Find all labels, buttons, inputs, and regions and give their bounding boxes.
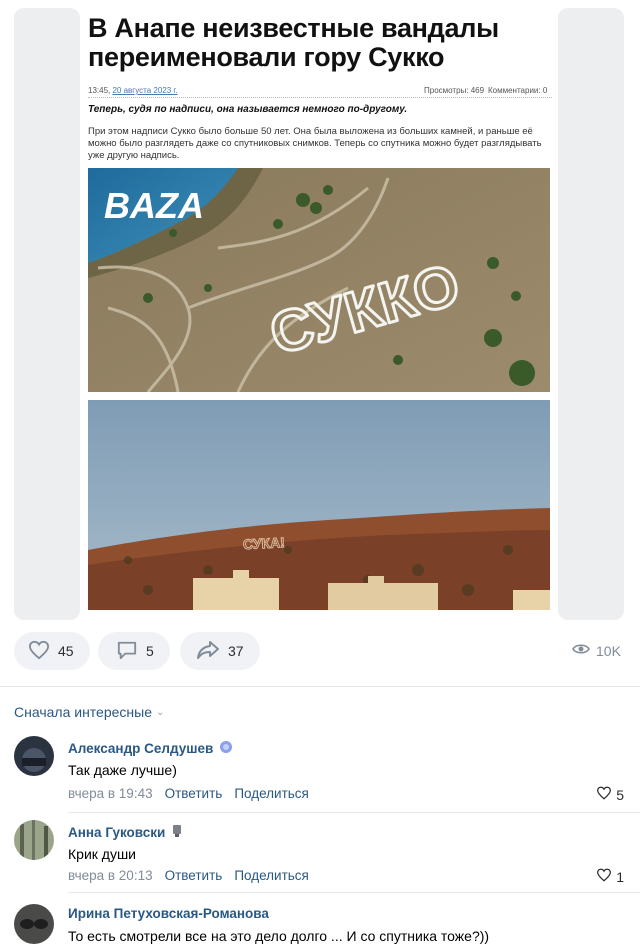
divider [0, 686, 640, 687]
heart-icon [596, 786, 612, 803]
comment-like-count: 5 [616, 786, 624, 803]
comment-divider [68, 812, 640, 813]
comment-time: вчера в 20:13 [68, 868, 153, 883]
comment-text: Крик души [68, 846, 136, 862]
comment-author[interactable]: Александр Селдушев [68, 740, 233, 757]
share-link[interactable]: Поделиться [234, 786, 309, 801]
comments-sort-dropdown[interactable]: Сначала интересные ⌄ [14, 704, 164, 720]
heart-icon [28, 640, 50, 663]
article-screenshot: В Анапе неизвестные вандалы переименовал… [80, 0, 558, 620]
comment-time: вчера в 19:43 [68, 786, 153, 801]
article-date: 13:45, 20 августа 2023 г. [88, 86, 178, 95]
comment-meta: вчера в 20:13 Ответить Поделиться [68, 868, 309, 883]
article-headline: В Анапе неизвестные вандалы переименовал… [88, 13, 499, 72]
article-lead: Теперь, судя по надписи, она называется … [88, 104, 408, 115]
comment-text: То есть смотрели все на это дело долго .… [68, 928, 490, 944]
article-meta: 13:45, 20 августа 2023 г. Просмотры: 469… [88, 84, 552, 98]
hill-photo: СУКА! [88, 400, 550, 610]
comment-button[interactable]: 5 [98, 632, 170, 670]
share-button[interactable]: 37 [180, 632, 260, 670]
avatar[interactable] [14, 736, 54, 776]
comment-like-button[interactable]: 5 [596, 786, 624, 803]
comment-like-button[interactable]: 1 [596, 868, 624, 885]
verified-badge-icon [219, 740, 233, 757]
article-body: При этом надписи Сукко было больше 50 ле… [88, 126, 542, 161]
attachment-background-left [14, 8, 80, 620]
attachment-background-right [558, 8, 624, 620]
post-attachment[interactable]: В Анапе неизвестные вандалы переименовал… [0, 0, 640, 630]
avatar[interactable] [14, 820, 54, 860]
post-actions: 45 5 37 10K [0, 632, 640, 672]
sort-label: Сначала интересные [14, 704, 152, 720]
reply-link[interactable]: Ответить [165, 786, 223, 801]
like-count: 45 [58, 643, 74, 659]
comment-author[interactable]: Анна Гуковски [68, 824, 183, 841]
heart-icon [596, 868, 612, 885]
photo2-sign: СУКА! [243, 534, 286, 552]
trophy-badge-icon [171, 824, 183, 841]
reply-link[interactable]: Ответить [165, 868, 223, 883]
comment-divider [68, 892, 640, 893]
comment-text: Так даже лучше) [68, 762, 177, 778]
share-link[interactable]: Поделиться [234, 868, 309, 883]
share-count: 37 [228, 643, 244, 659]
comment-like-count: 1 [616, 868, 624, 885]
baza-logo: BAZA [104, 185, 204, 226]
comment-icon [116, 640, 138, 663]
article-comments-count: Комментарии: 0 [488, 86, 548, 95]
views-count: 10K [596, 642, 621, 659]
comment-meta: вчера в 19:43 Ответить Поделиться [68, 786, 309, 801]
eye-icon [572, 642, 590, 659]
avatar[interactable] [14, 904, 54, 944]
like-button[interactable]: 45 [14, 632, 90, 670]
article-date-link[interactable]: 20 августа 2023 г. [112, 86, 177, 95]
comment-count: 5 [146, 643, 154, 659]
share-icon [196, 640, 220, 663]
comment-author[interactable]: Ирина Петуховская-Романова [68, 906, 269, 921]
article-views: Просмотры: 469 [424, 86, 485, 95]
aerial-photo: СУККО BAZA [88, 168, 550, 392]
views-counter: 10K [572, 642, 621, 659]
chevron-down-icon: ⌄ [156, 706, 165, 718]
